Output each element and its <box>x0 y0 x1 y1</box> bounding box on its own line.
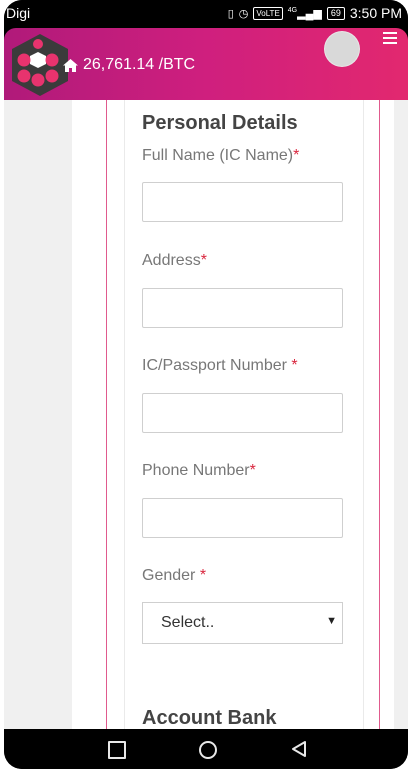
phone-number-input[interactable] <box>142 498 343 538</box>
gender-select[interactable]: Select.. ▼ <box>142 602 343 644</box>
alarm-icon: ◷ <box>238 7 249 20</box>
chevron-down-icon: ▼ <box>326 615 337 627</box>
required-mark: * <box>291 357 298 374</box>
volte-badge: VoLTE <box>253 6 283 20</box>
accent-divider-left <box>106 100 107 729</box>
gender-label-text: Gender <box>142 567 200 584</box>
home-icon[interactable] <box>62 58 79 73</box>
required-mark: * <box>200 252 207 269</box>
home-button-icon[interactable] <box>199 741 217 759</box>
phone-frame: Digi ▯ ◷ VoLTE 4G▂▄▆ 69 3:50 PM 26,761.1… <box>4 0 408 769</box>
btc-price-text: 26,761.14 /BTC <box>83 56 196 73</box>
ic-passport-input[interactable] <box>142 393 343 433</box>
ic-passport-label-text: IC/Passport Number <box>142 357 292 374</box>
battery-icon: 69 <box>326 6 345 20</box>
avatar[interactable] <box>325 32 359 66</box>
address-input[interactable] <box>142 288 343 328</box>
signal-icon: 4G▂▄▆ <box>287 6 322 20</box>
address-label-text: Address <box>142 252 201 269</box>
phone-number-label: Phone Number* <box>142 462 256 480</box>
ic-passport-label: IC/Passport Number * <box>142 357 298 375</box>
required-mark: * <box>199 567 207 584</box>
section-title-personal-details: Personal Details <box>142 112 298 134</box>
clock: 3:50 PM <box>349 5 402 21</box>
carrier-name: Digi <box>6 5 31 21</box>
required-mark: * <box>293 147 300 164</box>
status-icons: ▯ ◷ VoLTE 4G▂▄▆ 69 3:50 PM <box>228 5 402 21</box>
status-bar: Digi ▯ ◷ VoLTE 4G▂▄▆ 69 3:50 PM <box>4 0 408 28</box>
required-mark: * <box>249 462 256 479</box>
full-name-input[interactable] <box>142 182 343 222</box>
vibrate-icon: ▯ <box>227 7 234 20</box>
android-nav-bar <box>4 729 408 769</box>
address-label: Address* <box>142 252 207 270</box>
phone-number-label-text: Phone Number <box>142 462 250 479</box>
full-name-label: Full Name (IC Name)* <box>142 147 299 165</box>
hamburger-menu-icon[interactable] <box>383 32 397 44</box>
gender-label: Gender * <box>142 567 206 585</box>
network-type: 4G <box>287 6 298 14</box>
accent-divider-right <box>379 100 380 729</box>
back-icon[interactable] <box>290 740 308 758</box>
section-title-account-bank: Account Bank <box>142 707 277 729</box>
full-name-label-text: Full Name (IC Name) <box>142 147 294 164</box>
recent-apps-icon[interactable] <box>108 741 126 759</box>
app-header: 26,761.14 /BTC <box>4 28 408 100</box>
btc-price: 26,761.14 /BTC <box>62 56 195 74</box>
gender-select-value: Select.. <box>161 614 215 631</box>
